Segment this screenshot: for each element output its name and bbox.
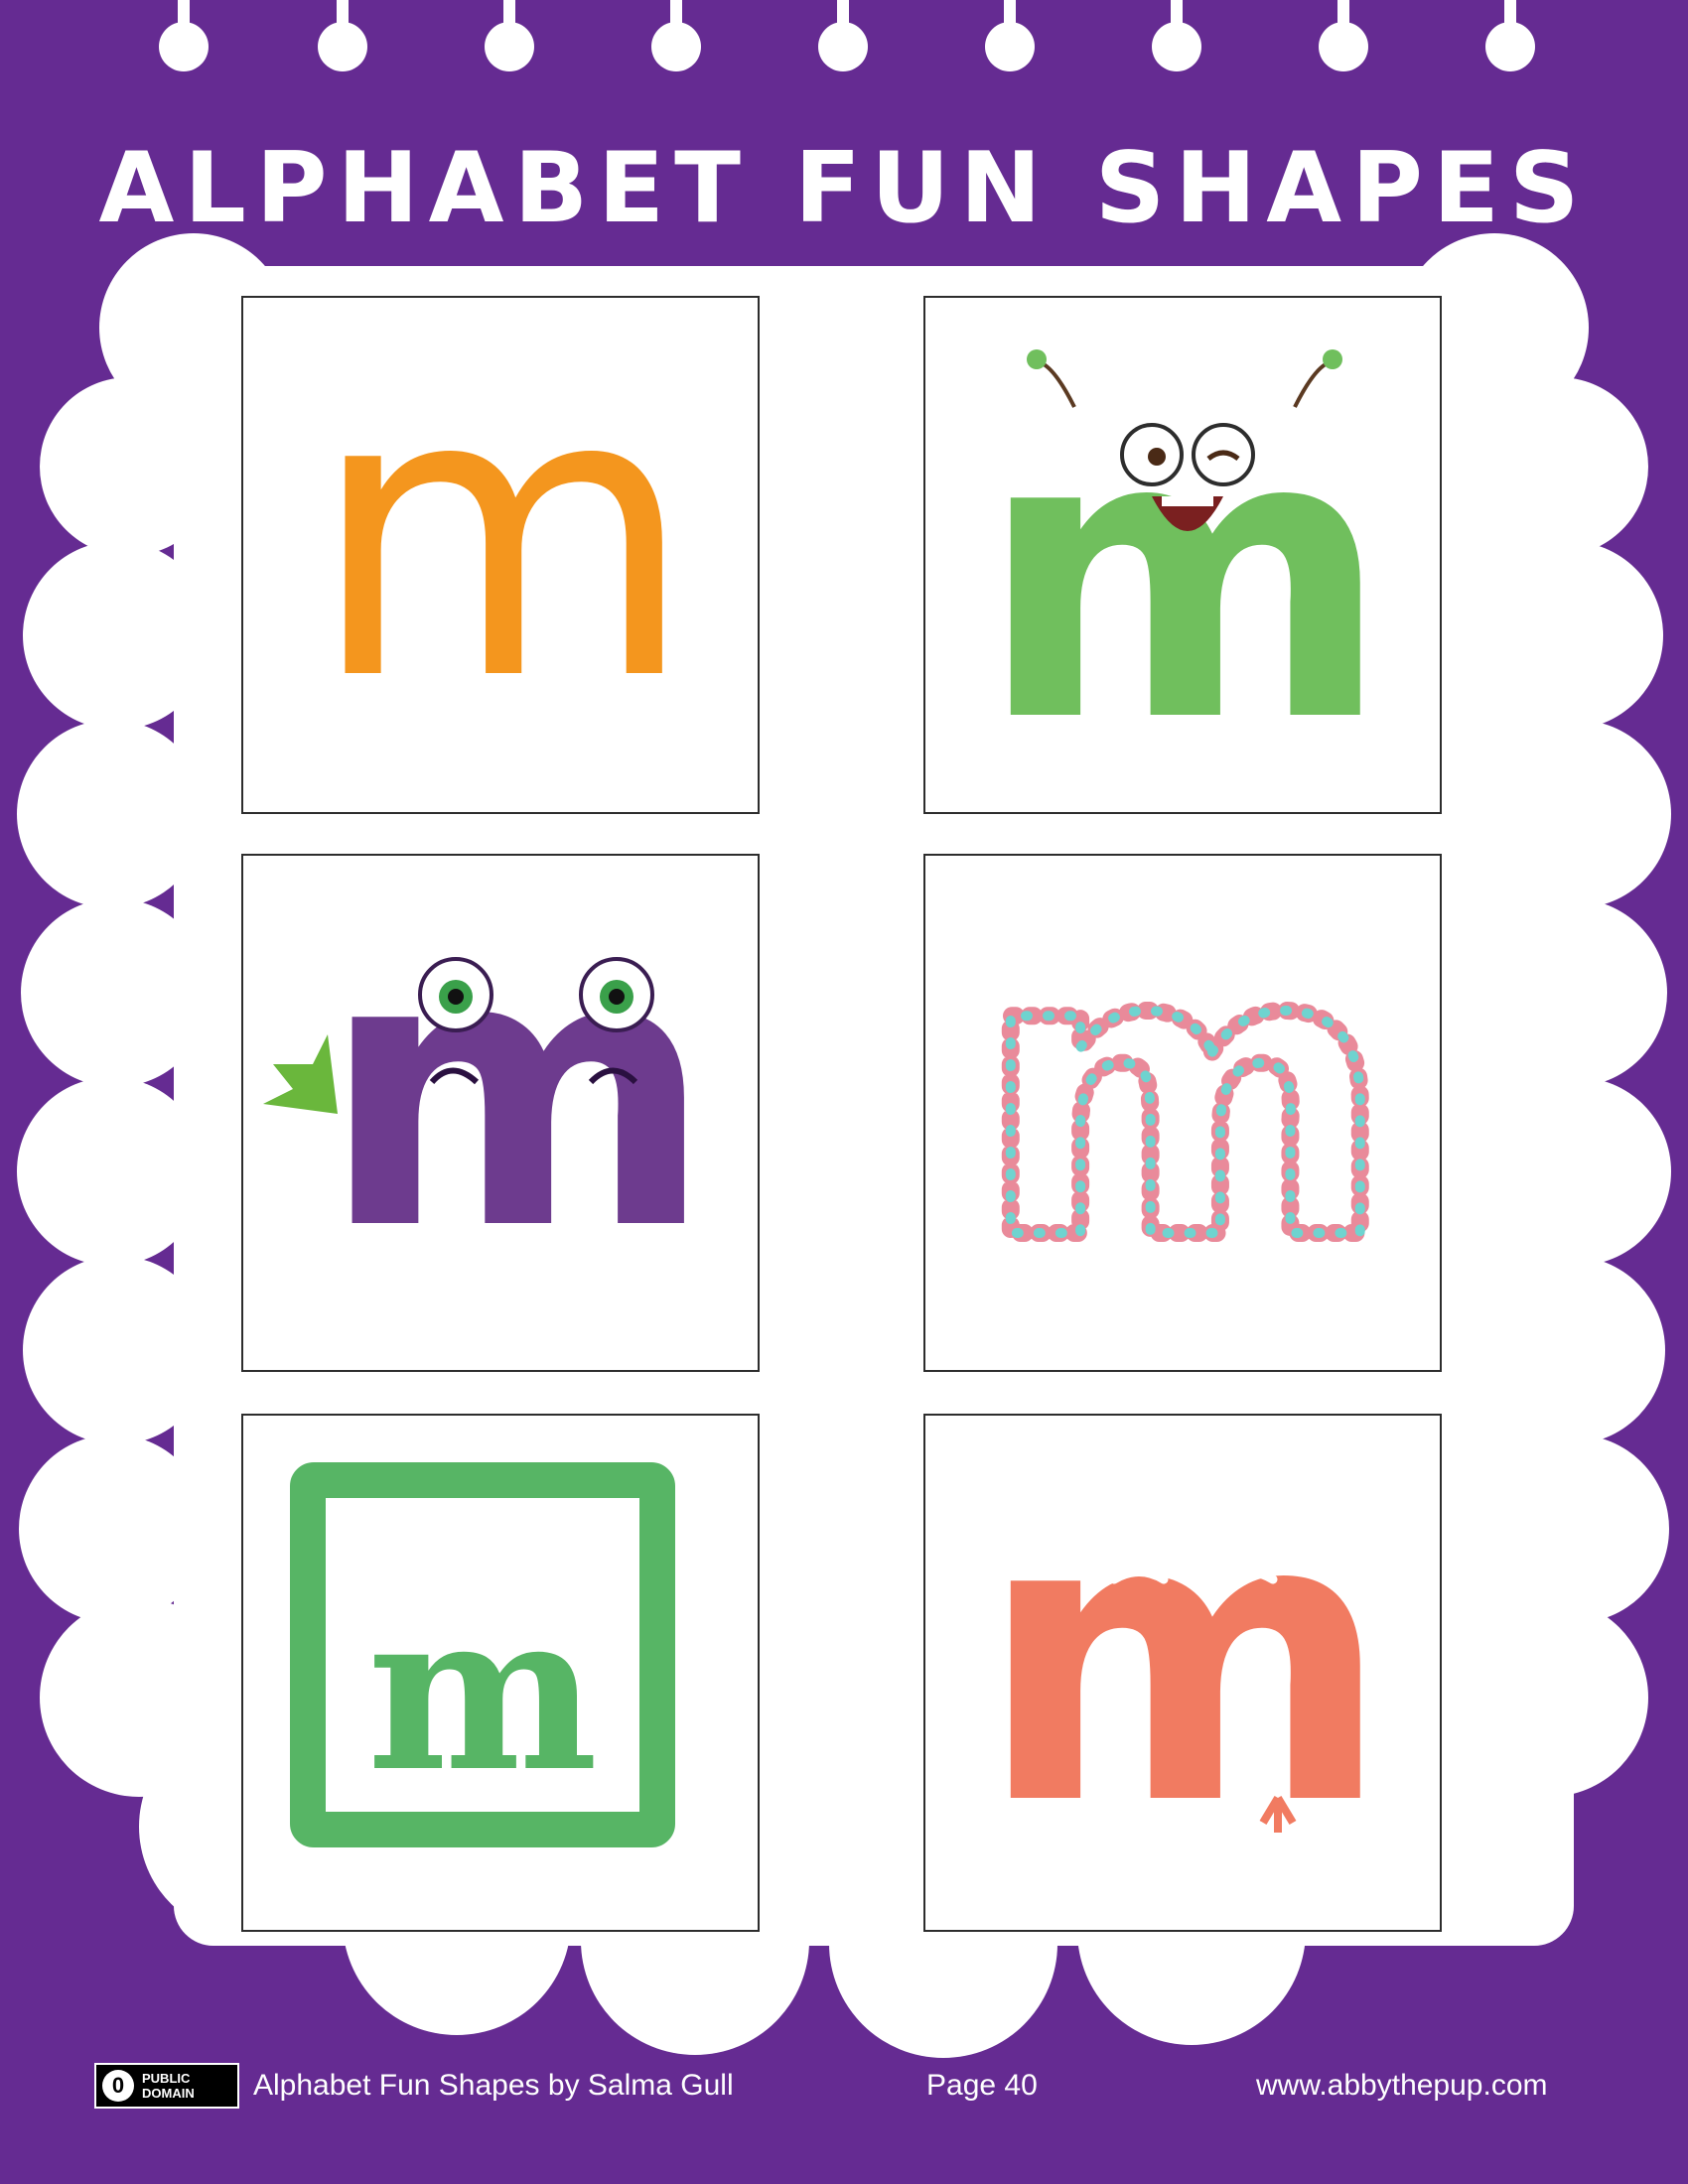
card-purple-monster-m: m [241,854,760,1372]
card-bubble-letter-m: m m [923,854,1442,1372]
public-domain-icon: 0 PUBLIC DOMAIN [94,2063,239,2109]
letter-m: m [321,873,714,1312]
website-link[interactable]: www.abbythepup.com [1256,2063,1548,2109]
letter-m: m [978,1431,1392,1892]
letter-m: m [367,1563,599,1820]
letter-m: m [309,306,696,767]
card-orange-letter-m: m [241,296,760,814]
worksheet-page: ALPHABET FUN SHAPES m m m m m m m 0 PUBL… [0,0,1688,2184]
letter-m: m [978,347,1392,809]
bubble-dots-icon: m [978,866,1392,1327]
card-green-framed-m: m [241,1414,760,1932]
page-footer: 0 PUBLIC DOMAIN Alphabet Fun Shapes by S… [0,2015,1688,2109]
card-green-monster-m: m [923,296,1442,814]
credit-text: Alphabet Fun Shapes by Salma Gull [253,2069,734,2102]
page-number: Page 40 [926,2069,1038,2102]
license-text: PUBLIC DOMAIN [142,2071,195,2101]
card-balloon-letter-m: m [923,1414,1442,1932]
license-mark: 0 [102,2070,134,2102]
